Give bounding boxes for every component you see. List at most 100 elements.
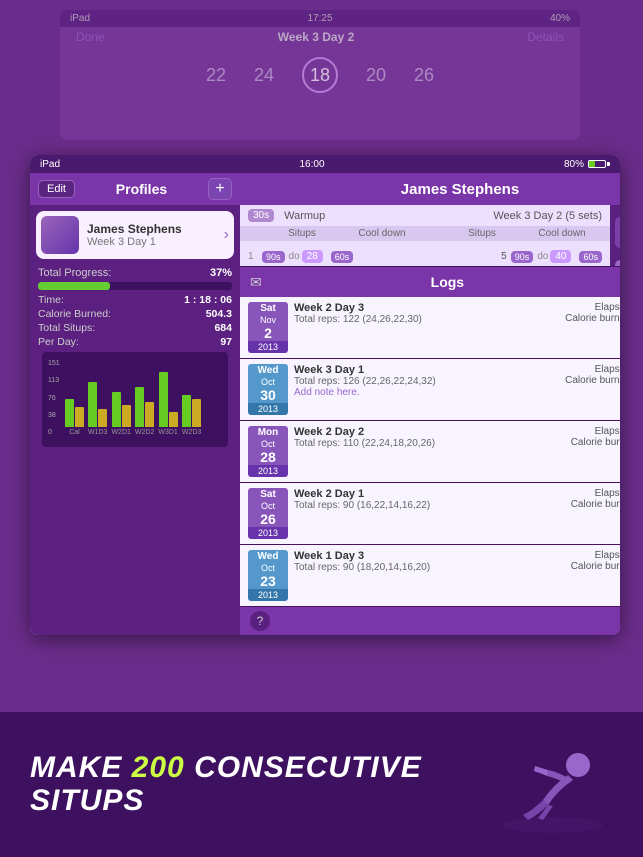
- warmup-label: Warmup: [284, 210, 325, 222]
- log-content-5: Week 1 Day 3 Total reps: 90 (18,20,14,16…: [294, 550, 565, 573]
- log-daynum-5: 23: [248, 573, 288, 589]
- log-calories-5: Calorie burned: 52.8: [571, 561, 620, 572]
- bar-yellow-w2d2: [145, 402, 154, 427]
- log-day-name-2: Wed: [248, 364, 288, 377]
- log-day-name-3: Mon: [248, 426, 288, 439]
- week-num-22[interactable]: 22: [206, 65, 226, 86]
- log-row-5[interactable]: Wed Oct 23 2013 Week 1 Day 3 Total reps:…: [240, 545, 620, 607]
- log-year-3: 2013: [248, 465, 288, 477]
- bar-green-w2d1: [112, 392, 121, 427]
- profiles-edit-button[interactable]: Edit: [38, 180, 75, 198]
- log-elapsed-2: Elapsed: 13:00: [565, 364, 620, 375]
- log-meta-2: Elapsed: 13:00 Calorie burned: 120.1: [565, 364, 620, 386]
- log-day-badge-4: Sat Oct 26 2013: [248, 488, 288, 539]
- col-cooldown2-header: Cool down: [522, 228, 602, 239]
- bar-green-w2d3: [182, 395, 191, 427]
- week-num-18-active[interactable]: 18: [302, 57, 338, 93]
- log-row-1[interactable]: Sat Nov 2 2013 Week 2 Day 3 Total reps: …: [240, 297, 620, 359]
- week-number-nav: 22 24 18 20 26: [60, 47, 580, 103]
- perday-label: Per Day:: [38, 336, 79, 348]
- log-calories-3: Calorie burned: 66.3: [571, 437, 620, 448]
- top-nav-done[interactable]: Done: [76, 30, 105, 44]
- side-nav-w3d1[interactable]: Week 3 Day 1: [615, 217, 620, 248]
- top-nav-title: Week 3 Day 2: [278, 30, 355, 44]
- log-day-badge-1: Sat Nov 2 2013: [248, 302, 288, 353]
- profiles-header: Edit Profiles +: [30, 173, 240, 205]
- cool-badge-1r: 60s: [579, 251, 602, 263]
- log-elapsed-1: Elapsed: 12:36: [565, 302, 620, 313]
- log-content-2: Week 3 Day 1 Total reps: 126 (22,26,22,2…: [294, 364, 559, 398]
- profile-arrow-icon: ›: [224, 226, 229, 244]
- situps-value: 684: [214, 322, 232, 334]
- profile-week: Week 3 Day 1: [87, 236, 216, 248]
- log-elapsed-3: Elapsed: 10:30: [571, 426, 620, 437]
- profile-info: James Stephens Week 3 Day 1: [87, 222, 216, 248]
- log-row-3[interactable]: Mon Oct 28 2013 Week 2 Day 2 Total reps:…: [240, 421, 620, 483]
- banner-situps: SITUPS: [30, 784, 473, 818]
- progress-section: Total Progress: 37% Time: 1 : 18 : 06 Ca…: [30, 259, 240, 635]
- week-num-20[interactable]: 20: [366, 65, 386, 86]
- battery-percent: 80%: [564, 159, 584, 170]
- banner-200: 200: [132, 751, 185, 784]
- bottom-toolbar: ? ⚙: [240, 607, 620, 635]
- log-year-5: 2013: [248, 589, 288, 601]
- log-workout-3: Week 2 Day 2: [294, 426, 565, 438]
- workout-area: 30s Warmup Week 3 Day 2 (5 sets) Situps …: [240, 205, 620, 266]
- bar-yellow-w1d3: [98, 409, 107, 427]
- log-day-badge-2: Wed Oct 30 2013: [248, 364, 288, 415]
- logs-header: ✉ Logs Edit: [240, 267, 620, 297]
- total-progress-label: Total Progress:: [38, 267, 111, 279]
- main-status-bar: iPad 16:00 80%: [30, 155, 620, 173]
- week-num-24[interactable]: 24: [254, 65, 274, 86]
- banner-consecutive: CONSECUTIVE: [185, 751, 422, 784]
- log-month-1: Nov: [248, 315, 288, 325]
- week-num-26[interactable]: 26: [414, 65, 434, 86]
- chart-label-w2d2: W2D2: [135, 429, 154, 436]
- log-workout-4: Week 2 Day 1: [294, 488, 565, 500]
- bar-yellow-w2d1: [122, 405, 131, 427]
- log-month-5: Oct: [248, 563, 288, 573]
- log-calories-2: Calorie burned: 120.1: [565, 375, 620, 386]
- log-meta-3: Elapsed: 10:30 Calorie burned: 66.3: [571, 426, 620, 448]
- right-header: James Stephens GO: [240, 173, 620, 205]
- profile-item[interactable]: James Stephens Week 3 Day 1 ›: [36, 211, 234, 259]
- user-name: James Stephens: [401, 181, 519, 198]
- log-year-1: 2013: [248, 341, 288, 353]
- banner-text: MAKE 200 CONSECUTIVE SITUPS: [30, 751, 473, 818]
- main-ipad-screen: iPad 16:00 80% Edit Profiles +: [30, 155, 620, 635]
- log-reps-3: Total reps: 110 (22,24,18,20,26): [294, 438, 565, 449]
- log-daynum-4: 26: [248, 511, 288, 527]
- log-row-4[interactable]: Sat Oct 26 2013 Week 2 Day 1 Total reps:…: [240, 483, 620, 545]
- logs-title: Logs: [262, 274, 620, 290]
- bottom-banner: MAKE 200 CONSECUTIVE SITUPS: [0, 712, 643, 857]
- help-button[interactable]: ?: [250, 611, 270, 631]
- bar-green-w1d3: [88, 382, 97, 427]
- rep-badge-1: 28: [302, 250, 323, 263]
- col-situps2-header: Situps: [442, 228, 522, 239]
- row-num-1: 1: [248, 251, 262, 262]
- avatar: [41, 216, 79, 254]
- calorie-label: Calorie Burned:: [38, 308, 111, 320]
- sec-badge-1r: 90s: [511, 251, 534, 263]
- profiles-add-button[interactable]: +: [208, 178, 232, 200]
- log-row-2[interactable]: Wed Oct 30 2013 Week 3 Day 1 Total reps:…: [240, 359, 620, 421]
- cool-badge-1: 60s: [331, 251, 354, 263]
- chart-wrapper: 151 113 76 38 0: [38, 352, 232, 447]
- bar-green-w3d1: [159, 372, 168, 427]
- log-reps-4: Total reps: 90 (16,22,14,16,22): [294, 500, 565, 511]
- main-content-area: Edit Profiles + James Stephens Week 3 Da…: [30, 173, 620, 635]
- situp-figure: [493, 730, 613, 840]
- workout-cols-header: Situps Cool down Situps Cool down: [240, 226, 610, 241]
- top-status-right: 40%: [550, 13, 570, 24]
- bar-green-cal: [65, 399, 74, 427]
- main-status-left: iPad: [40, 159, 60, 170]
- perday-value: 97: [220, 336, 232, 348]
- log-reps-1: Total reps: 122 (24,26,22,30): [294, 314, 559, 325]
- top-nav-details[interactable]: Details: [527, 30, 564, 44]
- profiles-title: Profiles: [116, 181, 167, 197]
- log-month-4: Oct: [248, 501, 288, 511]
- chart-label-w2d1: W2D1: [111, 429, 130, 436]
- top-ipad-screen: iPad 17:25 40% Done Week 3 Day 2 Details…: [60, 10, 580, 140]
- log-workout-5: Week 1 Day 3: [294, 550, 565, 562]
- log-note-2: Add note here.: [294, 387, 559, 398]
